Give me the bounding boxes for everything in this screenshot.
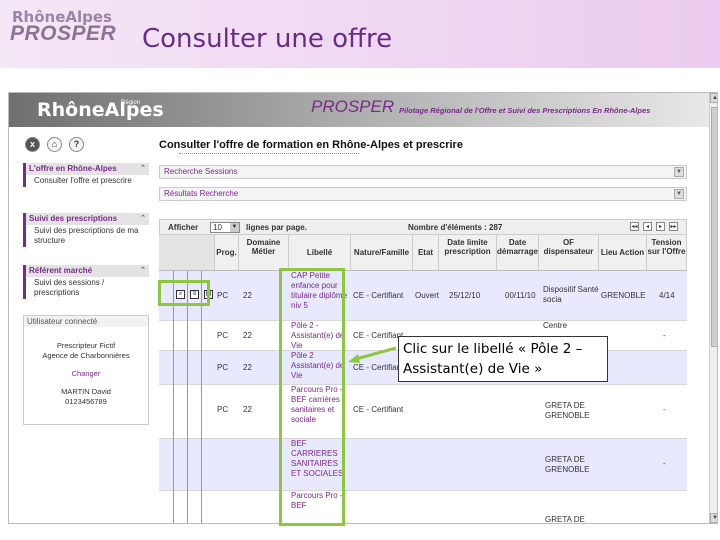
divider: [179, 153, 359, 154]
app-logo: RhôneAlpes: [37, 99, 164, 121]
sidebar-panel-suivi: Suivi des prescriptions ⌃ Suivi des presc…: [23, 213, 149, 247]
collapse-icon[interactable]: ⌃: [140, 266, 146, 274]
slide-title: Consulter une offre: [142, 24, 393, 54]
page-title: Consulter l'offre de formation en Rhône-…: [159, 139, 463, 151]
cell-etat: Ouvert: [415, 291, 440, 300]
cell-of: GRETA DE: [545, 515, 585, 524]
results-bar[interactable]: Résultats Recherche ▼: [159, 187, 687, 201]
cell-domaine: 22: [243, 291, 252, 300]
chevron-down-icon[interactable]: ▼: [230, 223, 239, 232]
search-sessions-bar[interactable]: Recherche Sessions ▼: [159, 165, 687, 179]
table-header[interactable]: OF dispensateur: [539, 235, 599, 271]
table-header[interactable]: Etat: [413, 235, 439, 271]
user-role: Prescripteur Fictif: [56, 341, 116, 350]
highlight-action-icons: [158, 280, 210, 306]
cell-of: Centre: [543, 321, 568, 330]
user-panel-title: Utilisateur connecté: [24, 316, 148, 327]
slide-logo-prosper: PROSPER: [10, 22, 117, 45]
change-user-link[interactable]: Changer: [24, 369, 148, 379]
item-count: Nombre d'éléments : 287: [408, 223, 503, 232]
table-header[interactable]: Date démarrage: [497, 235, 539, 271]
table-header[interactable]: Lieu Action: [599, 235, 647, 271]
help-icon[interactable]: ?: [69, 137, 84, 152]
cell-date-demarrage: 00/11/10: [505, 291, 536, 300]
app-name: PROSPER: [311, 97, 395, 116]
table-header[interactable]: Domaine Métier: [239, 235, 289, 271]
sidebar-panel-title[interactable]: L'offre en Rhône-Alpes ⌃: [26, 163, 149, 175]
cell-nature: CE - Certifiant: [353, 291, 404, 300]
prev-page-icon[interactable]: ◂: [643, 222, 652, 231]
slide-header: RhôneAlpes PROSPER Consulter une offre: [0, 0, 720, 68]
cell-nature: CE - Certifiant: [353, 405, 404, 414]
cell-domaine: 22: [243, 331, 252, 340]
per-page-label: lignes par page.: [246, 223, 307, 232]
sidebar-panel-offre: L'offre en Rhône-Alpes ⌃ Consulter l'offr…: [23, 163, 149, 187]
table-row[interactable]: PC 22 Parcours Pro - BEF carrières sanit…: [159, 385, 687, 439]
afficher-label: Afficher: [168, 223, 199, 232]
slide: RhôneAlpes PROSPER Consulter une offre R…: [0, 0, 720, 540]
cell-prog: PC: [217, 405, 229, 414]
chevron-down-icon[interactable]: ▼: [674, 167, 684, 177]
next-page-icon[interactable]: ▸: [656, 222, 665, 231]
user-panel: Utilisateur connecté Prescripteur Fictif…: [23, 315, 149, 425]
cell-of: Dispositif Santé socia: [543, 285, 599, 304]
table-header[interactable]: Prog.: [215, 235, 239, 271]
scroll-thumb[interactable]: [711, 107, 717, 347]
app-banner: RhôneAlpes Région PROSPER Pilotage Régio…: [9, 93, 709, 127]
cell-tension: -: [663, 331, 666, 340]
callout-line-1: Clic sur le libellé « Pôle 2 –: [403, 341, 583, 357]
row-actions-column: ⌕ ≡ ▤: [159, 271, 215, 523]
home-icon[interactable]: ⌂: [47, 137, 62, 152]
chevron-down-icon[interactable]: ▼: [674, 189, 684, 199]
app-screenshot: RhôneAlpes Région PROSPER Pilotage Régio…: [8, 92, 718, 524]
cell-tension: 4/14: [659, 291, 675, 300]
cell-domaine: 22: [243, 405, 252, 414]
cell-tension: -: [663, 405, 666, 414]
collapse-icon[interactable]: ⌃: [140, 214, 146, 222]
highlight-libelle-column: [279, 268, 345, 526]
user-phone: 0123456789: [65, 397, 107, 406]
table-row[interactable]: PC 22 CAP Petite enfance pour titulaire …: [159, 271, 687, 321]
cell-date-limite: 25/12/10: [449, 291, 481, 300]
user-agency: Agence de Charbonnières: [42, 351, 130, 360]
page-size-select[interactable]: 10 ▼: [210, 222, 240, 233]
table-row[interactable]: BEF CARRIERES SANITAIRES ET SOCIALES GRE…: [159, 439, 687, 491]
table-header[interactable]: Nature/Famille: [351, 235, 413, 271]
scroll-up-icon[interactable]: ▲: [710, 93, 717, 103]
cell-prog: PC: [217, 363, 229, 372]
table-header[interactable]: Date limite prescription: [439, 235, 497, 271]
cell-of: GRETA DE GRENOBLE: [545, 455, 590, 474]
callout-arrow-icon: [348, 346, 397, 363]
cell-tension: -: [663, 459, 666, 468]
sidebar-item-suivi[interactable]: Suivi des prescriptions de ma structure: [26, 225, 149, 247]
pagination-toolbar: Afficher 10 ▼ lignes par page. Nombre d'é…: [159, 219, 687, 235]
scroll-down-icon[interactable]: ▼: [710, 513, 717, 523]
table-header[interactable]: Tension sur l'Offre: [647, 235, 687, 271]
sidebar-item-sessions[interactable]: Suivi des sessions / prescriptions: [26, 277, 149, 299]
sidebar-panel-title[interactable]: Référent marché ⌃: [26, 265, 149, 277]
callout-box: Clic sur le libellé « Pôle 2 – Assistant…: [398, 336, 608, 382]
table-header-actions: [159, 235, 215, 271]
cell-prog: PC: [217, 291, 229, 300]
close-icon[interactable]: x: [25, 137, 40, 152]
sidebar-panel-referent: Référent marché ⌃ Suivi des sessions / pr…: [23, 265, 149, 299]
callout-line-2: Assistant(e) de Vie »: [403, 361, 543, 377]
collapse-icon[interactable]: ⌃: [140, 164, 146, 172]
vertical-scrollbar[interactable]: ▲ ▼: [709, 93, 717, 523]
app-subtitle: Pilotage Régional de l'Offre et Suivi de…: [399, 106, 651, 115]
cell-domaine: 22: [243, 363, 252, 372]
sidebar-item-consulter[interactable]: Consulter l'offre et prescrire: [26, 175, 149, 187]
sidebar-panel-title[interactable]: Suivi des prescriptions ⌃: [26, 213, 149, 225]
cell-prog: PC: [217, 331, 229, 340]
user-name: MARTIN David: [61, 387, 111, 396]
table-header[interactable]: Libellé: [289, 235, 351, 271]
table-row[interactable]: Parcours Pro - BEF GRETA DE: [159, 491, 687, 524]
app-logo-sup: Région: [121, 100, 141, 106]
last-page-icon[interactable]: ▸▸: [669, 222, 678, 231]
cell-lieu: GRENOBLE: [601, 291, 646, 300]
cell-of: GRETA DE GRENOBLE: [545, 401, 590, 420]
first-page-icon[interactable]: ◂◂: [630, 222, 639, 231]
